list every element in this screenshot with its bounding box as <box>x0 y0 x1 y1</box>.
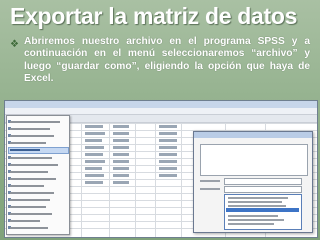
spss-titlebar <box>5 101 317 108</box>
file-list[interactable] <box>200 144 308 176</box>
bullet-item: ❖ Abriremos nuestro archivo en el progra… <box>10 36 310 92</box>
excel-file-type-option[interactable] <box>226 208 299 212</box>
spss-menubar <box>5 108 317 115</box>
bullet-icon: ❖ <box>10 39 19 50</box>
bullet-text: Abriremos nuestro archivo en el programa… <box>24 36 310 85</box>
file-type-dropdown-list[interactable] <box>224 194 302 230</box>
save-as-dialog-titlebar <box>194 132 312 138</box>
file-menu-dropdown[interactable] <box>6 115 70 235</box>
file-type-select[interactable] <box>224 186 302 193</box>
slide-title: Exportar la matriz de datos <box>10 3 298 29</box>
save-as-dialog[interactable] <box>193 131 313 233</box>
spss-screenshot <box>4 100 318 238</box>
file-name-field[interactable] <box>224 178 302 185</box>
